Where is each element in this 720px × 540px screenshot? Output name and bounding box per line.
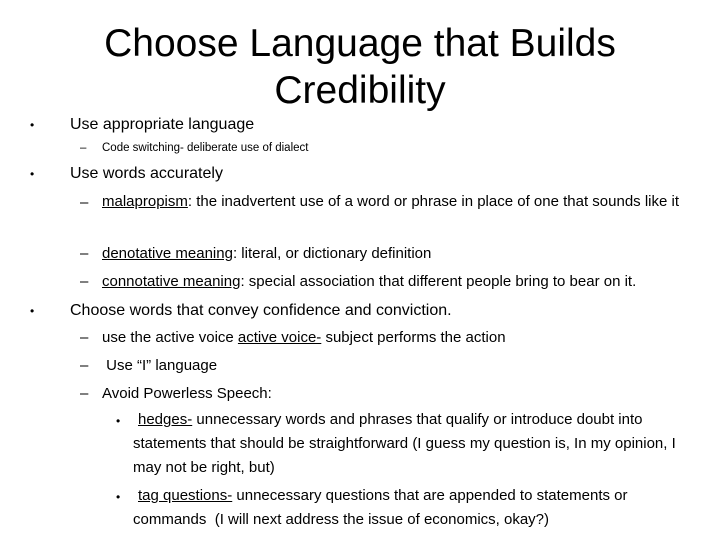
prefix: use the active voice	[102, 329, 238, 346]
dash-icon: –	[80, 329, 89, 346]
bullet-icon: •	[30, 118, 35, 132]
bullet-text: Choose words that convey confidence and …	[70, 302, 452, 319]
sub-bullet-active-voice: use the active voice active voice- subje…	[102, 329, 506, 346]
term: active voice-	[237, 329, 322, 346]
term: connotative meaning	[102, 273, 241, 290]
bullet-text: Use words accurately	[70, 165, 223, 182]
sub-bullet-i-language: Use “I” language	[102, 357, 218, 374]
bullet-icon: •	[116, 490, 121, 504]
bullet-text: Use appropriate language	[70, 116, 255, 133]
sub-bullet-denotative: denotative meaning: literal, or dictiona…	[102, 245, 431, 262]
slide-title: Choose Language that Builds Credibility	[104, 22, 616, 112]
dash-icon: –	[80, 273, 89, 290]
definition: : the inadvertent use of a word or phras…	[187, 193, 680, 210]
sub-bullet-powerless-speech: Avoid Powerless Speech:	[102, 385, 272, 402]
term: hedges-	[138, 411, 193, 428]
definition: subject performs the action	[321, 329, 506, 346]
definition: : special association that different peo…	[240, 273, 637, 290]
bullet-icon: •	[116, 414, 121, 428]
definition: unnecessary words and phrases that quali…	[133, 411, 676, 476]
definition: : literal, or dictionary definition	[232, 245, 432, 262]
dash-icon: –	[80, 357, 89, 374]
sub-bullet-connotative: connotative meaning: special association…	[102, 273, 636, 290]
sub-sub-bullet-hedges: hedges- unnecessary words and phrases th…	[133, 408, 693, 480]
sub-bullet-text: Code switching- deliberate use of dialec…	[102, 142, 309, 154]
dash-icon: –	[80, 245, 89, 262]
bullet-icon: •	[30, 167, 35, 181]
term: malapropism	[102, 193, 188, 210]
dash-icon: –	[80, 142, 87, 154]
sub-bullet-malapropism: malapropism: the inadvertent use of a wo…	[102, 190, 692, 214]
term: denotative meaning	[102, 245, 233, 262]
term: tag questions-	[138, 487, 233, 504]
dash-icon: –	[80, 385, 89, 402]
dash-icon: –	[80, 194, 89, 211]
bullet-icon: •	[30, 304, 35, 318]
sub-sub-bullet-tag-questions: tag questions- unnecessary questions tha…	[133, 484, 693, 532]
